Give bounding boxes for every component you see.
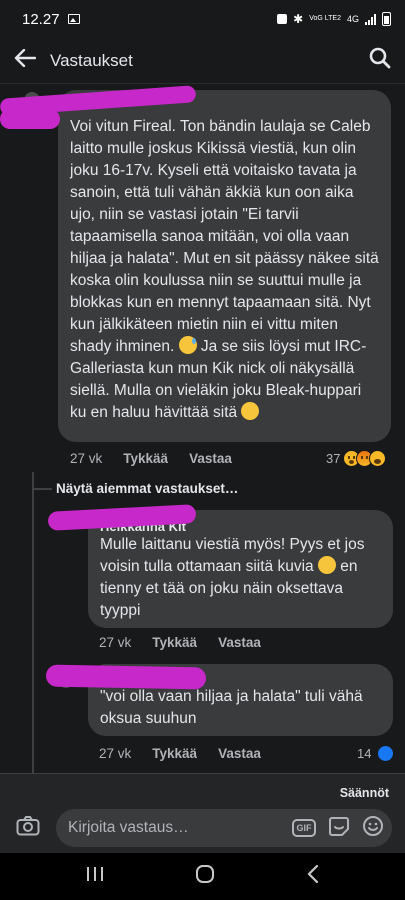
comment-text: Voi vitun Fireal. Ton bändin laulaja se … bbox=[70, 118, 379, 421]
search-icon[interactable] bbox=[369, 47, 391, 74]
comment-actions: 27 vk Tykkää Vastaa bbox=[99, 635, 261, 650]
page-title: Vastaukset bbox=[50, 50, 133, 70]
volte-label: VoG LTE2 bbox=[309, 15, 341, 22]
system-navigation-bar bbox=[0, 853, 405, 900]
home-icon[interactable] bbox=[195, 864, 215, 889]
like-button[interactable]: Tykkää bbox=[123, 451, 168, 466]
reaction-summary[interactable]: 14 bbox=[357, 745, 395, 762]
eye-roll-emoji-icon bbox=[317, 556, 336, 574]
recent-apps-icon[interactable] bbox=[86, 866, 104, 887]
rules-link[interactable]: Säännöt bbox=[340, 786, 389, 800]
reply-button[interactable]: Vastaa bbox=[218, 746, 261, 761]
reply-composer-bar: Säännöt GIF bbox=[0, 773, 405, 853]
thread-line bbox=[32, 472, 34, 774]
signal-icon bbox=[365, 13, 376, 25]
comment-time: 27 vk bbox=[70, 451, 103, 466]
like-button[interactable]: Tykkää bbox=[152, 746, 197, 761]
reaction-count: 14 bbox=[357, 746, 372, 761]
status-time: 12.27 bbox=[22, 10, 60, 28]
gallery-icon bbox=[67, 14, 80, 24]
comment-actions: 27 vk Tykkää Vastaa bbox=[99, 746, 261, 761]
comment-text: "voi olla vaan hiljaa ja halata" tuli vä… bbox=[100, 688, 363, 727]
alarm-icon bbox=[277, 14, 288, 24]
reply-input-container[interactable]: GIF bbox=[56, 809, 392, 847]
comment-actions: 27 vk Tykkää Vastaa bbox=[70, 451, 232, 466]
like-button[interactable]: Tykkää bbox=[152, 635, 197, 650]
sweat-smile-emoji-icon bbox=[178, 336, 197, 354]
back-arrow-icon[interactable] bbox=[14, 48, 37, 72]
emoji-icon[interactable] bbox=[362, 815, 384, 842]
redaction-scribble bbox=[45, 664, 207, 690]
back-icon[interactable] bbox=[307, 864, 319, 888]
like-reaction-icon bbox=[377, 745, 395, 762]
reply-button[interactable]: Vastaa bbox=[189, 451, 232, 466]
reaction-summary[interactable]: 37 bbox=[326, 450, 387, 467]
rolling-laughing-emoji-icon bbox=[241, 402, 260, 420]
comment-time: 27 vk bbox=[99, 746, 132, 761]
sticker-icon[interactable] bbox=[328, 815, 350, 842]
comment-text: Mulle laittanu viestiä myös! Pyys et jos… bbox=[100, 536, 365, 619]
reply-button[interactable]: Vastaa bbox=[218, 635, 261, 650]
thread-line bbox=[32, 488, 52, 490]
network-label: 4G bbox=[346, 14, 359, 24]
redaction-scribble bbox=[0, 109, 60, 129]
show-previous-replies-link[interactable]: Näytä aiemmat vastaukset… bbox=[56, 481, 238, 496]
reply-input[interactable] bbox=[68, 819, 238, 837]
status-bar: 12.27 ✱ VoG LTE2 4G bbox=[0, 0, 405, 38]
gif-icon[interactable]: GIF bbox=[292, 819, 316, 837]
bluetooth-icon: ✱ bbox=[293, 12, 304, 26]
comment-time: 27 vk bbox=[99, 635, 132, 650]
camera-icon[interactable] bbox=[16, 816, 40, 841]
comment-bubble: Voi vitun Fireal. Ton bändin laulaja se … bbox=[58, 90, 391, 442]
battery-icon bbox=[382, 12, 391, 26]
app-bar: Vastaukset bbox=[0, 38, 405, 84]
comment-bubble: Heikkanna Kit Mulle laittanu viestiä myö… bbox=[88, 510, 393, 628]
reaction-count: 37 bbox=[326, 451, 341, 466]
haha-reaction-icon bbox=[369, 450, 387, 467]
